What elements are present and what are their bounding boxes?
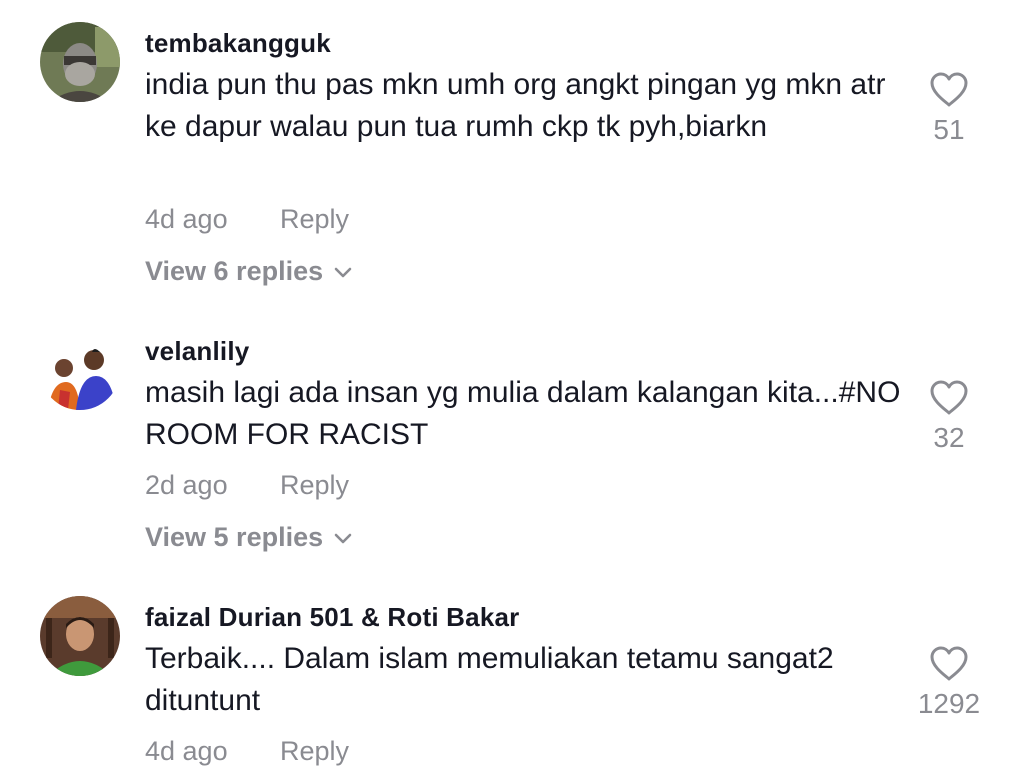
like-count: 1292 (917, 688, 981, 719)
like-count: 51 (933, 114, 965, 145)
avatar-image (40, 330, 120, 410)
comment-timestamp: 4d ago (145, 204, 228, 234)
avatar-image (40, 596, 120, 676)
comment-timestamp: 2d ago (145, 470, 228, 500)
heart-outline-icon (930, 646, 968, 681)
comment-text: Terbaik.... Dalam islam memuliakan tetam… (145, 642, 834, 717)
reply-button[interactable]: Reply (280, 204, 349, 235)
reply-button[interactable]: Reply (280, 736, 349, 767)
view-replies-button[interactable]: View 6 replies (145, 256, 353, 287)
like-button[interactable]: 51 (894, 72, 1004, 146)
comment-text: masih lagi ada insan yg mulia dalam kala… (145, 376, 901, 451)
view-replies-label: View 5 replies (145, 522, 324, 552)
comment-meta: 4d ago Reply (145, 204, 349, 235)
comment-username[interactable]: tembakangguk (145, 28, 331, 59)
comment-meta: 4d ago Reply (145, 736, 349, 767)
like-button[interactable]: 32 (894, 380, 1004, 454)
comment-meta: 2d ago Reply (145, 470, 349, 501)
avatar[interactable] (40, 330, 120, 410)
comment-timestamp: 4d ago (145, 736, 228, 766)
like-count: 32 (933, 422, 965, 453)
avatar-image (40, 22, 120, 102)
chevron-down-icon (334, 533, 352, 544)
avatar[interactable] (40, 22, 120, 102)
heart-outline-icon (930, 380, 968, 415)
heart-outline-icon (930, 72, 968, 107)
reply-button[interactable]: Reply (280, 470, 349, 501)
comment-text: india pun thu pas mkn umh org angkt ping… (145, 68, 886, 143)
comment-username[interactable]: velanlily (145, 336, 249, 367)
view-replies-label: View 6 replies (145, 256, 324, 286)
avatar[interactable] (40, 596, 120, 676)
comment-username[interactable]: faizal Durian 501 & Roti Bakar (145, 602, 519, 633)
like-button[interactable]: 1292 (894, 646, 1004, 720)
view-replies-button[interactable]: View 5 replies (145, 522, 353, 553)
chevron-down-icon (334, 267, 352, 278)
